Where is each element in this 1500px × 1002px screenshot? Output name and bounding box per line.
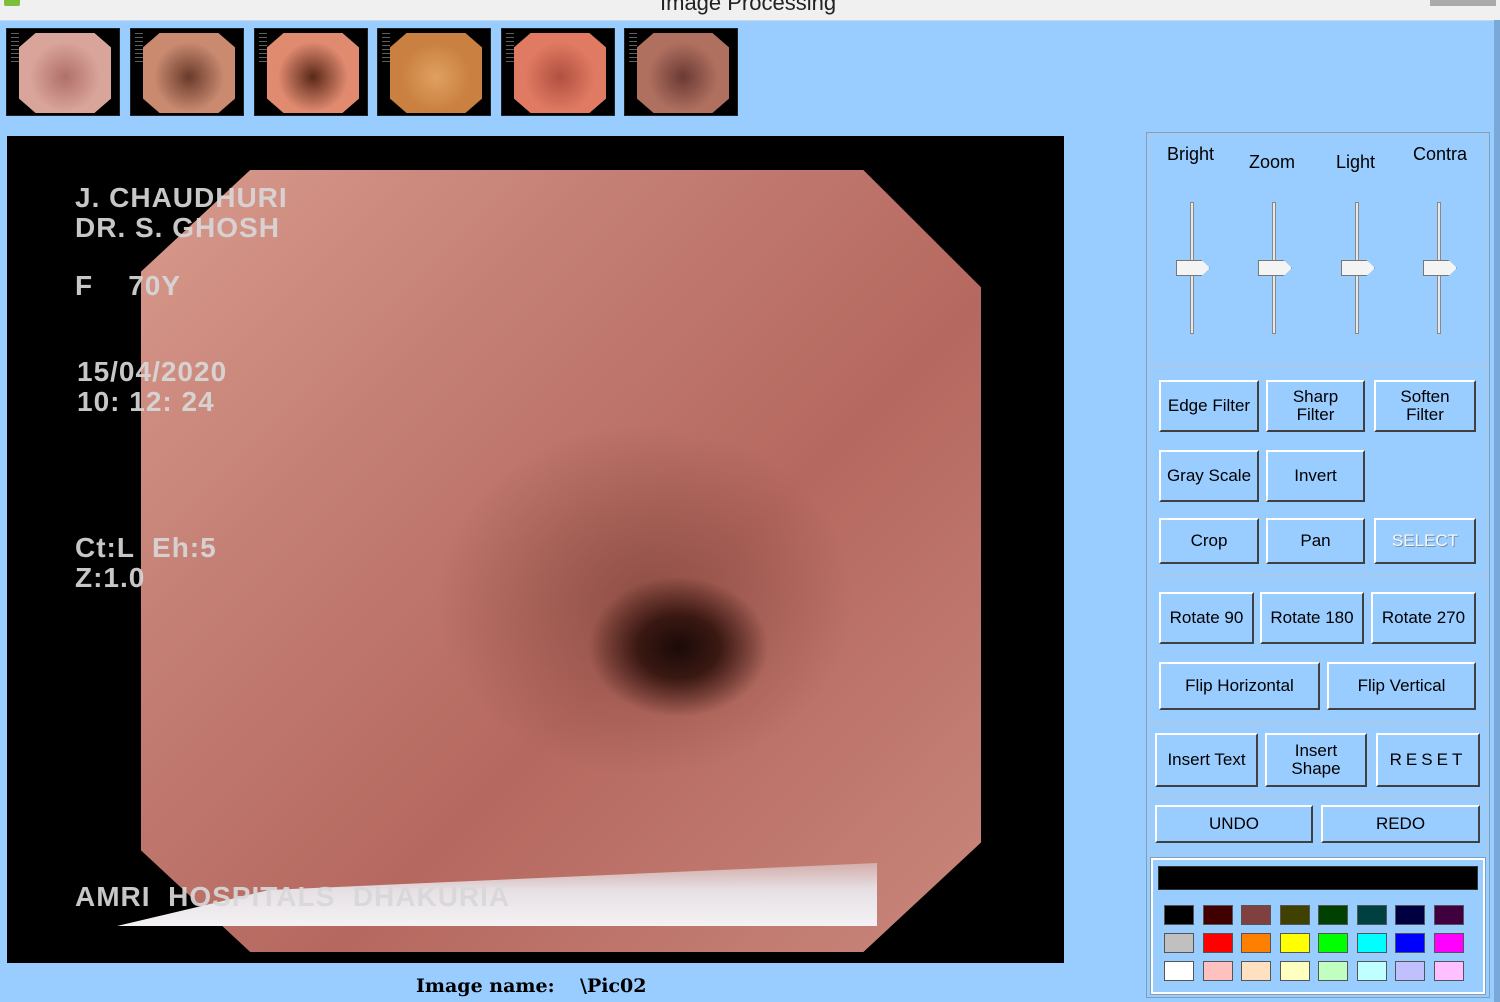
overlay-doctor-name: DR. S. GHOSH [75, 212, 280, 243]
color-swatch[interactable] [1356, 961, 1387, 981]
color-swatch[interactable] [1279, 905, 1310, 925]
thumbnail-4-image [390, 33, 482, 113]
color-swatch[interactable] [1202, 933, 1233, 953]
main-image-viewer[interactable]: J. CHAUDHURI DR. S. GHOSH F 70Y 15/04/20… [7, 136, 1064, 963]
color-swatch[interactable] [1241, 905, 1271, 925]
slider-label-bright: Bright [1167, 144, 1215, 164]
overlay-time: 10: 12: 24 [77, 386, 215, 417]
window-title: Image Processing [660, 0, 837, 15]
edge-filter-button[interactable]: Edge Filter [1159, 380, 1259, 432]
soften-filter-button[interactable]: Soften Filter [1374, 380, 1476, 432]
image-name-label: Image name: [416, 975, 555, 997]
color-swatch[interactable] [1241, 961, 1271, 981]
thumbnail-4[interactable] [377, 28, 491, 116]
gray-scale-button[interactable]: Gray Scale [1159, 450, 1259, 502]
thumbnail-6[interactable] [624, 28, 738, 116]
overlay-ct: Ct:L Eh:5 [75, 532, 217, 563]
title-bar: Image Processing [0, 0, 1500, 21]
slider-label-light: Light [1336, 152, 1376, 172]
window-border [1494, 20, 1500, 1002]
overlay-hospital: AMRI HOSPITALS DHAKURIA [75, 881, 511, 912]
thumbnail-2-image [143, 33, 235, 113]
color-swatch[interactable] [1202, 961, 1233, 981]
color-swatch[interactable] [1433, 961, 1464, 981]
thumbnail-2[interactable] [130, 28, 244, 116]
color-swatch[interactable] [1241, 933, 1271, 953]
thumbnail-3[interactable] [254, 28, 368, 116]
current-color-preview [1158, 866, 1478, 890]
thumbnail-5[interactable] [501, 28, 615, 116]
color-swatch[interactable] [1318, 933, 1348, 953]
flip-horizontal-button[interactable]: Flip Horizontal [1159, 662, 1320, 710]
thumbnail-5-image [514, 33, 606, 113]
endoscopy-image [141, 170, 981, 952]
thumbnail-1-image [19, 33, 111, 113]
sharp-filter-button[interactable]: Sharp Filter [1266, 380, 1365, 432]
insert-text-button[interactable]: Insert Text [1155, 733, 1258, 787]
invert-button[interactable]: Invert [1266, 450, 1365, 502]
color-swatch[interactable] [1164, 961, 1194, 981]
redo-button[interactable]: REDO [1321, 805, 1480, 843]
color-swatch[interactable] [1356, 905, 1387, 925]
thumbnail-3-image [267, 33, 359, 113]
color-swatch[interactable] [1164, 905, 1194, 925]
insert-shape-button[interactable]: Insert Shape [1265, 733, 1367, 787]
reset-button[interactable]: RESET [1376, 733, 1480, 787]
app-icon [4, 0, 20, 6]
slider-label-contrast: Contra [1413, 144, 1468, 164]
color-swatch[interactable] [1356, 933, 1387, 953]
thumbnail-1[interactable] [6, 28, 120, 116]
pan-button[interactable]: Pan [1266, 518, 1365, 564]
undo-button[interactable]: UNDO [1155, 805, 1313, 843]
rotate-270-button[interactable]: Rotate 270 [1371, 592, 1476, 644]
color-swatch[interactable] [1395, 933, 1425, 953]
color-swatch[interactable] [1318, 961, 1348, 981]
overlay-patient-name: J. CHAUDHURI [75, 182, 288, 213]
overlay-sex-age: F 70Y [75, 270, 182, 301]
rotate-90-button[interactable]: Rotate 90 [1159, 592, 1254, 644]
thumbnail-6-image [637, 33, 729, 113]
image-name-value: \Pic02 [580, 975, 647, 997]
rotate-180-button[interactable]: Rotate 180 [1260, 592, 1364, 644]
overlay-date: 15/04/2020 [77, 356, 228, 387]
color-swatch[interactable] [1279, 961, 1310, 981]
flip-vertical-button[interactable]: Flip Vertical [1327, 662, 1476, 710]
close-button[interactable] [1430, 0, 1496, 6]
slider-label-zoom: Zoom [1249, 152, 1296, 172]
color-swatch[interactable] [1202, 905, 1233, 925]
color-swatch[interactable] [1164, 933, 1194, 953]
color-swatch[interactable] [1279, 933, 1310, 953]
color-swatch[interactable] [1433, 905, 1464, 925]
crop-button[interactable]: Crop [1159, 518, 1259, 564]
color-swatch[interactable] [1318, 905, 1348, 925]
color-swatch[interactable] [1395, 961, 1425, 981]
color-swatch[interactable] [1433, 933, 1464, 953]
color-swatch[interactable] [1395, 905, 1425, 925]
overlay-zoom: Z:1.0 [75, 562, 146, 593]
select-button[interactable]: SELECT [1374, 518, 1476, 564]
